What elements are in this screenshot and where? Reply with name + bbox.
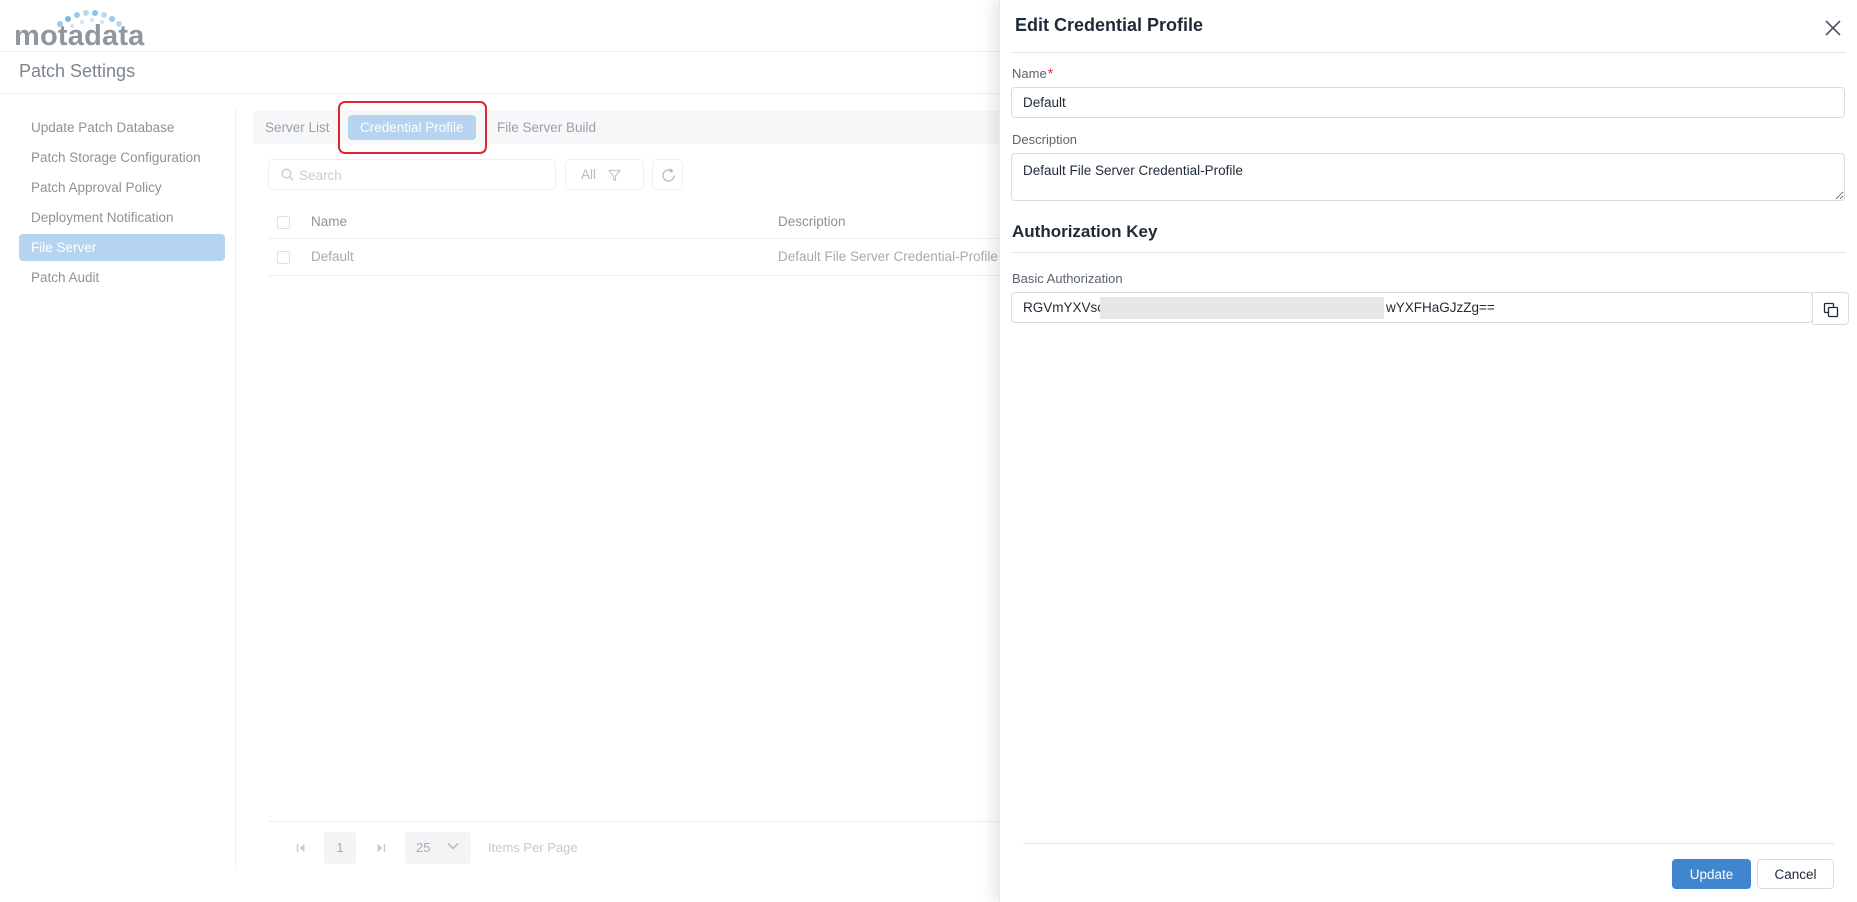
copy-button[interactable]	[1812, 292, 1849, 325]
title-divider	[0, 93, 1000, 94]
row-name: Default	[311, 249, 354, 264]
refresh-button[interactable]	[652, 159, 683, 190]
chevron-down-icon	[447, 843, 459, 850]
auth-key-prefix: RGVmYXVsc	[1023, 300, 1105, 315]
page-size-value: 25	[416, 840, 431, 855]
row-description: Default File Server Credential-Profile	[778, 249, 998, 264]
drawer-title-divider	[1011, 52, 1846, 53]
redacted-area	[1100, 297, 1384, 319]
row-checkbox[interactable]	[277, 251, 290, 264]
sidebar-item-patch-storage-configuration[interactable]: Patch Storage Configuration	[19, 144, 225, 171]
authorization-key-heading: Authorization Key	[1012, 222, 1158, 241]
description-label: Description	[1012, 132, 1078, 147]
column-header-name[interactable]: Name	[311, 214, 347, 229]
search-icon	[281, 168, 294, 181]
sidebar-item-file-server[interactable]: File Server	[19, 234, 225, 261]
section-divider	[1011, 252, 1846, 253]
last-page-icon	[377, 844, 386, 852]
required-mark: *	[1047, 65, 1054, 81]
last-page-button[interactable]	[366, 834, 396, 864]
select-all-checkbox[interactable]	[277, 216, 290, 229]
logo-text: motadata	[14, 20, 145, 52]
basic-authorization-field[interactable]: RGVmYXVsc wYXFHaGJzZg==	[1011, 292, 1813, 323]
settings-sidebar: Update Patch Database Patch Storage Conf…	[19, 114, 225, 294]
description-field[interactable]: Default File Server Credential-Profile	[1011, 153, 1845, 201]
sidebar-item-patch-approval-policy[interactable]: Patch Approval Policy	[19, 174, 225, 201]
close-icon	[1825, 20, 1841, 36]
drawer-title: Edit Credential Profile	[1015, 15, 1204, 35]
refresh-icon	[662, 168, 675, 182]
cancel-button[interactable]: Cancel	[1757, 859, 1834, 889]
search-input[interactable]	[299, 164, 539, 186]
update-button[interactable]: Update	[1672, 859, 1751, 889]
name-field[interactable]	[1011, 87, 1845, 118]
filter-icon	[608, 169, 621, 182]
close-button[interactable]	[1823, 18, 1843, 38]
copy-icon	[1823, 302, 1839, 318]
tab-server-list[interactable]: Server List	[253, 115, 342, 140]
current-page[interactable]: 1	[324, 832, 356, 864]
pagination: 1 25 Items Per Page	[268, 830, 1008, 864]
tab-file-server-build[interactable]: File Server Build	[485, 115, 608, 140]
table-row[interactable]: Default Default File Server Credential-P…	[268, 239, 1008, 276]
sidebar-item-update-patch-database[interactable]: Update Patch Database	[19, 114, 225, 141]
name-label-text: Name	[1012, 66, 1047, 81]
auth-key-suffix: wYXFHaGJzZg==	[1386, 300, 1495, 315]
first-page-icon	[296, 844, 305, 852]
header-divider	[0, 51, 1000, 52]
filter-dropdown[interactable]: All	[565, 159, 644, 190]
name-label: Name*	[1012, 65, 1053, 81]
page-size-label: Items Per Page	[488, 840, 578, 855]
sidebar-item-deployment-notification[interactable]: Deployment Notification	[19, 204, 225, 231]
column-header-description[interactable]: Description	[778, 214, 846, 229]
page-size-select[interactable]: 25	[405, 832, 471, 864]
filter-value: All	[581, 167, 597, 182]
credential-profile-table: Name Description Default Default File Se…	[268, 206, 1008, 276]
sidebar-divider	[235, 108, 236, 870]
highlight-annotation	[338, 101, 487, 154]
basic-authorization-label: Basic Authorization	[1012, 271, 1123, 286]
edit-credential-profile-drawer: Edit Credential Profile Name* Descriptio…	[999, 0, 1857, 902]
search-box	[268, 159, 556, 190]
page-title: Patch Settings	[19, 61, 136, 81]
motadata-logo: motadata	[14, 8, 144, 52]
sidebar-item-patch-audit[interactable]: Patch Audit	[19, 264, 225, 291]
table-header: Name Description	[268, 206, 1008, 239]
pagination-divider	[268, 821, 1008, 822]
footer-divider	[1023, 843, 1834, 844]
first-page-button[interactable]	[286, 834, 316, 864]
